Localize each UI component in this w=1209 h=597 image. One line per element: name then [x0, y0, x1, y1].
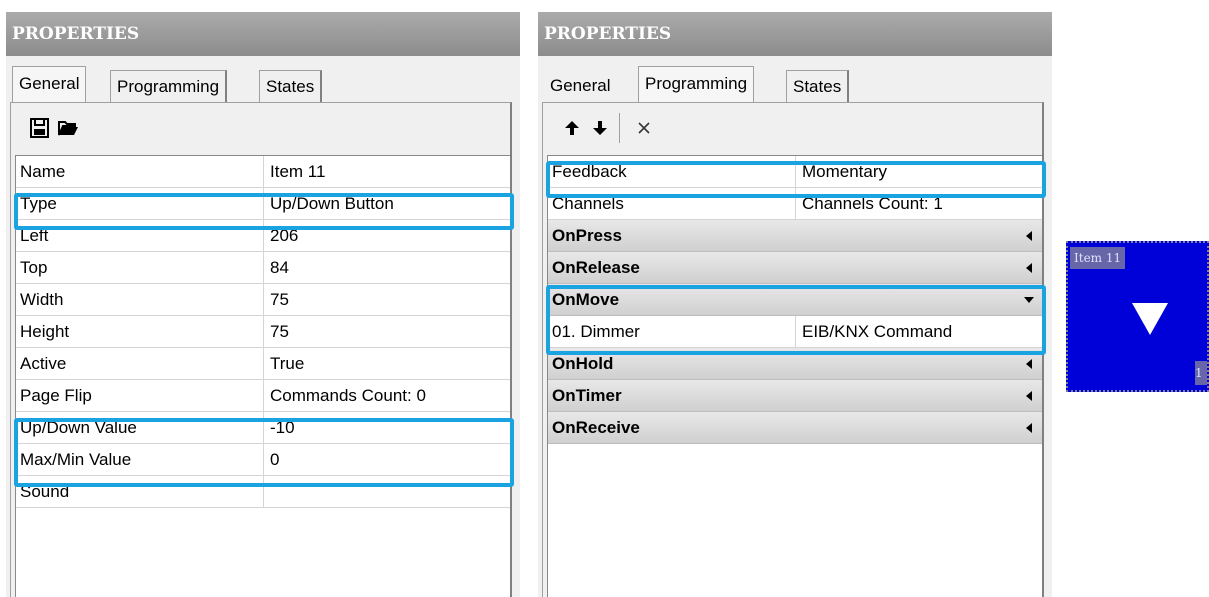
property-label: Type — [16, 188, 264, 219]
preview-label: Item 11 — [1070, 247, 1126, 269]
property-row-max-min-value[interactable]: Max/Min Value 0 — [16, 444, 510, 476]
down-triangle-icon — [1132, 303, 1168, 335]
collapse-arrow-icon[interactable] — [1026, 231, 1032, 241]
property-row-up-down-value[interactable]: Up/Down Value -10 — [16, 412, 510, 444]
group-label: OnRelease — [552, 258, 640, 277]
properties-panel-programming: PROPERTIES General Programming States Fe… — [538, 12, 1052, 597]
toolbar — [543, 103, 1042, 155]
group-label: OnReceive — [552, 418, 640, 437]
toolbar-separator — [619, 113, 620, 143]
group-onhold[interactable]: OnHold — [548, 348, 1042, 380]
property-row-channels[interactable]: Channels Channels Count: 1 — [548, 188, 1042, 220]
tab-states[interactable]: States — [786, 70, 850, 102]
tab-programming[interactable]: Programming — [638, 66, 755, 102]
collapse-arrow-icon[interactable] — [1026, 263, 1032, 273]
property-row-dimmer[interactable]: 01. Dimmer EIB/KNX Command — [548, 316, 1042, 348]
property-grid: Name Item 11 Type Up/Down Button Left 206 T… — [15, 155, 510, 597]
delete-x-icon[interactable] — [633, 117, 655, 139]
open-folder-icon[interactable] — [57, 117, 79, 139]
expand-arrow-icon[interactable] — [1024, 297, 1034, 303]
property-row-height[interactable]: Height 75 — [16, 316, 510, 348]
property-value[interactable] — [264, 476, 510, 507]
arrow-up-icon[interactable] — [561, 117, 583, 139]
property-row-sound[interactable]: Sound — [16, 476, 510, 508]
property-grid: Feedback Momentary Channels Channels Count… — [547, 155, 1042, 597]
property-row-left[interactable]: Left 206 — [16, 220, 510, 252]
property-label: Width — [16, 284, 264, 315]
property-row-width[interactable]: Width 75 — [16, 284, 510, 316]
property-value[interactable]: 84 — [264, 252, 510, 283]
property-row-feedback[interactable]: Feedback Momentary — [548, 156, 1042, 188]
group-onreceive[interactable]: OnReceive — [548, 412, 1042, 444]
property-value[interactable]: Item 11 — [264, 156, 510, 187]
group-onpress[interactable]: OnPress — [548, 220, 1042, 252]
property-value[interactable]: 75 — [264, 316, 510, 347]
property-label: Sound — [16, 476, 264, 507]
property-value[interactable]: 0 — [264, 444, 510, 475]
tab-states[interactable]: States — [259, 70, 323, 102]
property-row-name[interactable]: Name Item 11 — [16, 156, 510, 188]
preview-corner-label: 1 — [1195, 361, 1207, 385]
property-value[interactable]: Channels Count: 1 — [796, 188, 1042, 219]
property-label: Page Flip — [16, 380, 264, 411]
property-label: 01. Dimmer — [548, 316, 796, 347]
group-onmove[interactable]: OnMove — [548, 284, 1042, 316]
tab-content: Name Item 11 Type Up/Down Button Left 206 T… — [10, 102, 512, 597]
property-value[interactable]: 206 — [264, 220, 510, 251]
arrow-down-icon[interactable] — [589, 117, 611, 139]
property-value[interactable]: -10 — [264, 412, 510, 443]
panel-title: PROPERTIES — [6, 12, 520, 56]
collapse-arrow-icon[interactable] — [1026, 423, 1032, 433]
property-value[interactable]: EIB/KNX Command — [796, 316, 1042, 347]
group-label: OnHold — [552, 354, 614, 373]
save-icon[interactable] — [29, 117, 51, 139]
property-label: Max/Min Value — [16, 444, 264, 475]
property-value[interactable]: Up/Down Button — [264, 188, 510, 219]
property-row-type[interactable]: Type Up/Down Button — [16, 188, 510, 220]
property-value[interactable]: True — [264, 348, 510, 379]
tab-strip: General Programming States — [6, 56, 520, 102]
group-label: OnTimer — [552, 386, 622, 405]
tab-strip: General Programming States — [538, 56, 1052, 102]
property-label: Top — [16, 252, 264, 283]
property-row-active[interactable]: Active True — [16, 348, 510, 380]
property-label: Feedback — [548, 156, 796, 187]
property-label: Height — [16, 316, 264, 347]
collapse-arrow-icon[interactable] — [1026, 391, 1032, 401]
property-row-page-flip[interactable]: Page Flip Commands Count: 0 — [16, 380, 510, 412]
property-value[interactable]: Commands Count: 0 — [264, 380, 510, 411]
toolbar — [11, 103, 510, 155]
property-value[interactable]: Momentary — [796, 156, 1042, 187]
tab-content: Feedback Momentary Channels Channels Count… — [542, 102, 1044, 597]
property-label: Name — [16, 156, 264, 187]
property-label: Active — [16, 348, 264, 379]
property-label: Up/Down Value — [16, 412, 264, 443]
tab-general[interactable]: General — [544, 70, 617, 102]
collapse-arrow-icon[interactable] — [1026, 359, 1032, 369]
group-onrelease[interactable]: OnRelease — [548, 252, 1042, 284]
properties-panel-general: PROPERTIES General Programming States Na… — [6, 12, 520, 597]
property-value[interactable]: 75 — [264, 284, 510, 315]
property-row-top[interactable]: Top 84 — [16, 252, 510, 284]
panel-title: PROPERTIES — [538, 12, 1052, 56]
group-ontimer[interactable]: OnTimer — [548, 380, 1042, 412]
button-preview[interactable]: Item 11 1 — [1066, 241, 1209, 392]
group-label: OnPress — [552, 226, 622, 245]
property-label: Channels — [548, 188, 796, 219]
tab-programming[interactable]: Programming — [110, 70, 228, 102]
tab-general[interactable]: General — [12, 66, 87, 102]
group-label: OnMove — [552, 290, 620, 309]
property-label: Left — [16, 220, 264, 251]
